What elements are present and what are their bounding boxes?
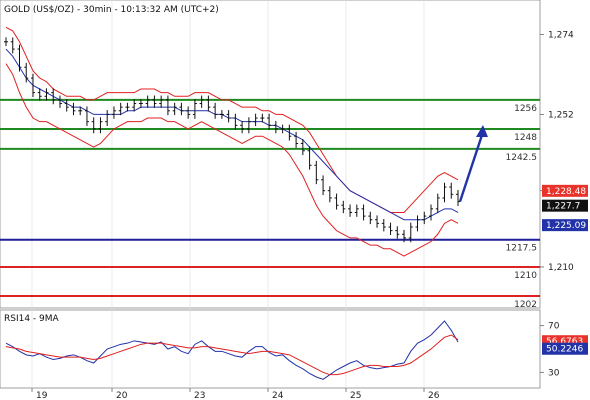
x-tick-label: 19 <box>36 391 48 400</box>
x-tick-label: 23 <box>194 391 205 400</box>
chart-title: GOLD (US$/OZ) - 30min - 10:13:32 AM (UTC… <box>4 5 219 15</box>
rsi-tick-label: 30 <box>548 368 560 378</box>
price-badge-label: 1,227.7 <box>546 202 580 212</box>
x-tick-label: 20 <box>116 391 128 400</box>
price-badge-label: 1,225.09 <box>546 221 586 231</box>
rsi-tick-label: 70 <box>548 322 560 332</box>
level-label: 1210 <box>514 271 537 281</box>
price-tick-label: 1,274 <box>548 31 574 41</box>
level-label: 1217.5 <box>506 244 538 254</box>
level-label: 1202 <box>514 300 537 310</box>
x-tick-label: 24 <box>272 391 284 400</box>
gold-chart: GOLD (US$/OZ) - 30min - 10:13:32 AM (UTC… <box>0 0 590 400</box>
level-label: 1242.5 <box>506 153 538 163</box>
x-tick-label: 26 <box>428 391 440 400</box>
price-tick-label: 1,210 <box>548 263 574 273</box>
level-label: 1248 <box>514 133 537 143</box>
level-label: 1256 <box>514 104 537 114</box>
price-badges: 1,228.48 1,227.7 1,225.09 <box>542 184 588 232</box>
x-tick-label: 25 <box>350 391 361 400</box>
price-tick-label: 1,252 <box>548 110 574 120</box>
rsi-badge-label: 50.2246 <box>546 345 583 355</box>
price-badge-label: 1,228.48 <box>546 187 586 197</box>
